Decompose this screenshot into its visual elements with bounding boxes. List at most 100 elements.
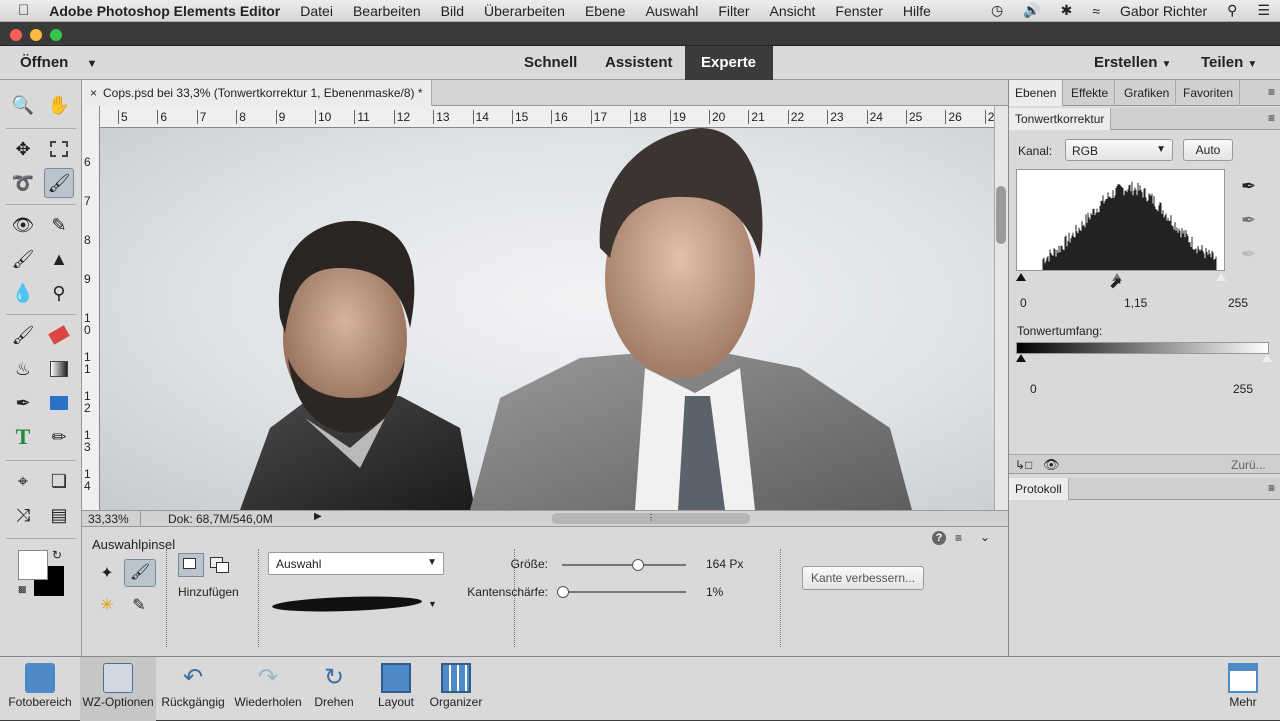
sponge-tool-icon[interactable]: ⚲ (44, 278, 74, 308)
input-low-value[interactable]: 0 (1020, 296, 1027, 310)
collapse-chevron-icon[interactable]: ⌄ (980, 530, 990, 544)
menu-bearbeiten[interactable]: Bearbeiten (343, 3, 431, 19)
output-levels-slider[interactable] (1016, 354, 1274, 364)
auto-button[interactable]: Auto (1183, 139, 1233, 161)
brush-preview[interactable] (271, 594, 423, 614)
create-button[interactable]: Erstellen ▼ (1078, 46, 1187, 80)
organizer-button[interactable]: Organizer (426, 657, 486, 721)
quick-selection-icon[interactable]: ✦ (94, 561, 120, 587)
tab-grafiken[interactable]: Grafiken (1118, 80, 1177, 106)
share-button[interactable]: Teilen ▼ (1185, 46, 1273, 80)
type-tool-icon[interactable]: T (8, 422, 38, 452)
input-mid-value[interactable]: 1,15 (1124, 296, 1147, 310)
bluetooth-icon[interactable]: ✱ (1051, 2, 1083, 19)
apple-icon[interactable]:  (0, 2, 39, 19)
content-aware-move-tool-icon[interactable]: ⤨ (8, 500, 38, 530)
horizontal-scrollbar-thumb[interactable]: ⋮ (552, 513, 750, 524)
size-slider[interactable] (562, 559, 686, 571)
vertical-scrollbar[interactable] (994, 106, 1008, 510)
spot-healing-tool-icon[interactable]: ✎ (44, 210, 74, 240)
recompose-tool-icon[interactable]: ❏ (44, 466, 74, 496)
hand-tool-icon[interactable]: ✋ (44, 90, 74, 120)
selection-mode-select[interactable]: Auswahl ▼ (268, 552, 444, 575)
output-low-value[interactable]: 0 (1030, 382, 1037, 396)
output-black-handle[interactable] (1016, 354, 1026, 362)
eyedropper-tool-icon[interactable]: ✒ (8, 388, 38, 418)
paint-bucket-tool-icon[interactable]: ♨ (8, 354, 38, 384)
black-point-eyedropper-icon[interactable]: ✒ (1241, 176, 1256, 197)
smart-brush-tool-icon[interactable]: 🖌 (8, 244, 38, 274)
selection-brush-icon[interactable]: 🖌 (124, 559, 156, 587)
brush-tool-icon[interactable]: 🖌 (8, 320, 38, 350)
menu-ebene[interactable]: Ebene (575, 3, 635, 19)
document-canvas[interactable] (100, 128, 994, 510)
adjustment-menu-icon[interactable]: ≡ (1268, 111, 1275, 125)
crop-tool-icon[interactable]: ⌖ (8, 466, 38, 496)
subtract-from-selection-button[interactable] (206, 553, 232, 577)
tab-effekte[interactable]: Effekte (1065, 80, 1116, 106)
move-tool-icon[interactable]: ✥ (8, 134, 38, 164)
scrollbar-thumb[interactable] (996, 186, 1006, 244)
auto-selection-icon[interactable]: ✎ (126, 593, 152, 619)
mode-assistent[interactable]: Assistent (589, 46, 689, 80)
edge-sharpness-slider[interactable] (557, 586, 686, 598)
tab-ebenen[interactable]: Ebenen (1009, 80, 1064, 106)
menu-ansicht[interactable]: Ansicht (760, 3, 826, 19)
output-high-value[interactable]: 255 (1233, 382, 1253, 396)
adjustment-title[interactable]: Tonwertkorrektur (1009, 108, 1112, 130)
options-menu-icon[interactable]: ≡ (955, 531, 962, 545)
selection-brush-tool-icon[interactable]: 🖌 (44, 168, 74, 198)
volume-icon[interactable]: 🔊 (1013, 2, 1050, 19)
mode-experte[interactable]: Experte (685, 46, 773, 80)
history-tab[interactable]: Protokoll (1009, 478, 1069, 500)
document-tab[interactable]: × Cops.psd bei 33,3% (Tonwertkorrektur 1,… (82, 80, 432, 106)
white-point-eyedropper-icon[interactable]: ✒ (1241, 244, 1256, 265)
output-white-handle[interactable] (1262, 354, 1272, 362)
pencil-tool-icon[interactable]: ✏ (44, 422, 74, 452)
mode-schnell[interactable]: Schnell (508, 46, 593, 80)
refine-edge-button[interactable]: Kante verbessern... (802, 566, 924, 590)
gradient-tool-icon[interactable] (44, 354, 74, 384)
menu-hilfe[interactable]: Hilfe (893, 3, 941, 19)
lasso-tool-icon[interactable]: ➰ (8, 168, 38, 198)
user-name[interactable]: Gabor Richter (1110, 3, 1217, 19)
edge-sharpness-knob[interactable] (557, 586, 570, 598)
blur-tool-icon[interactable]: 💧 (8, 278, 38, 308)
spotlight-search-icon[interactable]: ⚲ (1217, 2, 1247, 19)
photo-bin-button[interactable]: Fotobereich (2, 657, 78, 721)
input-high-value[interactable]: 255 (1228, 296, 1248, 310)
close-window-button[interactable] (10, 29, 22, 41)
help-icon[interactable]: ? (932, 531, 946, 545)
menu-filter[interactable]: Filter (708, 3, 759, 19)
app-menu[interactable]: Adobe Photoshop Elements Editor (39, 3, 290, 19)
tab-favoriten[interactable]: Favoriten (1177, 80, 1241, 106)
open-button[interactable]: Öffnen ▼ (4, 46, 113, 80)
default-colors-icon[interactable]: ▩ (18, 584, 27, 595)
minimize-window-button[interactable] (30, 29, 42, 41)
menu-datei[interactable]: Datei (290, 3, 343, 19)
swap-colors-icon[interactable]: ↻ (52, 548, 62, 562)
zoom-level[interactable]: 33,33% (88, 512, 129, 526)
menu-fenster[interactable]: Fenster (825, 3, 892, 19)
zoom-window-button[interactable] (50, 29, 62, 41)
gray-point-eyedropper-icon[interactable]: ✒ (1241, 210, 1256, 231)
redo-button[interactable]: ↷ Wiederholen (230, 657, 306, 721)
time-machine-icon[interactable]: ◷ (981, 2, 1013, 19)
more-button[interactable]: Mehr (1218, 657, 1268, 721)
channel-select[interactable]: RGB ▼ (1065, 139, 1173, 161)
close-tab-icon[interactable]: × (90, 86, 97, 100)
rotate-button[interactable]: ↻ Drehen (308, 657, 360, 721)
reset-button[interactable]: Zurü... (1231, 458, 1266, 472)
straighten-tool-icon[interactable]: ▤ (44, 500, 74, 530)
magic-wand-icon[interactable]: ✳ (94, 593, 120, 619)
clone-stamp-tool-icon[interactable]: ▲ (44, 244, 74, 274)
input-white-handle[interactable] (1216, 273, 1226, 281)
shape-tool-icon[interactable] (44, 388, 74, 418)
history-menu-icon[interactable]: ≡ (1268, 481, 1275, 495)
tool-options-button[interactable]: WZ-Optionen (80, 657, 156, 721)
input-black-handle[interactable] (1016, 273, 1026, 281)
brush-picker-arrow-icon[interactable]: ▼ (428, 599, 437, 609)
menu-bild[interactable]: Bild (431, 3, 474, 19)
add-to-selection-button[interactable] (178, 553, 204, 577)
size-slider-knob[interactable] (631, 559, 644, 571)
